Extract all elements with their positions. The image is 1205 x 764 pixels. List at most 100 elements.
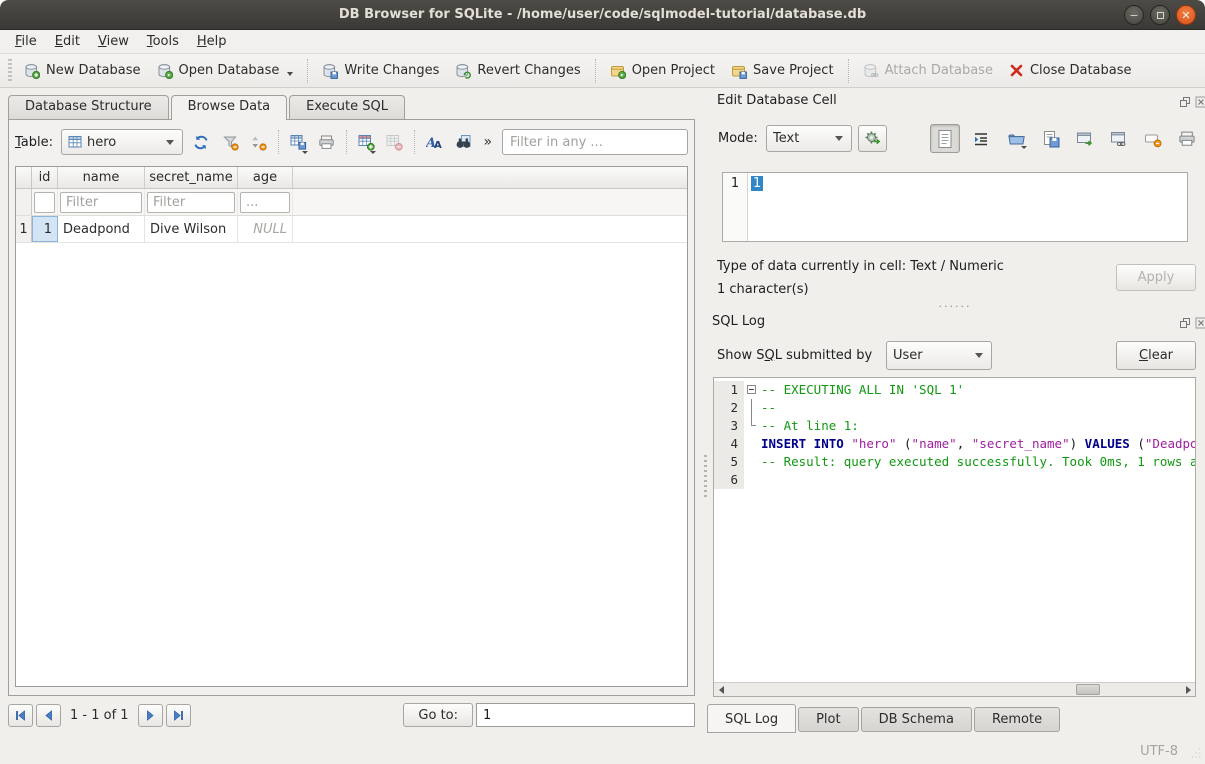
goto-button[interactable]: Go to:	[403, 703, 473, 727]
text-document-toggle[interactable]	[930, 124, 960, 153]
auto-format-button[interactable]	[970, 128, 992, 150]
import-dropdown-icon[interactable]	[1021, 146, 1027, 149]
cell-editor[interactable]: 1 1	[722, 172, 1188, 242]
menu-bar: FileEditViewToolsHelp	[0, 30, 1205, 53]
menu-edit[interactable]: Edit	[46, 32, 89, 51]
table-cell[interactable]: NULL	[238, 216, 293, 242]
set-null-button[interactable]	[1142, 128, 1164, 150]
export-data-button[interactable]	[1040, 128, 1062, 150]
dock-close-icon[interactable]	[1194, 95, 1205, 108]
column-filter-input-name[interactable]	[60, 192, 142, 213]
tab-browse-data[interactable]: Browse Data	[171, 95, 288, 120]
mode-combo-value: Text	[773, 131, 799, 146]
table-combo[interactable]: hero	[61, 129, 183, 155]
new-record-button[interactable]	[356, 129, 377, 155]
clear-sorting-button[interactable]	[248, 129, 269, 155]
open-database-dropdown-icon[interactable]	[287, 72, 293, 76]
clear-log-button[interactable]: Clear	[1116, 341, 1196, 370]
cell-editor-content[interactable]: 1	[748, 173, 763, 241]
mode-combo[interactable]: Text	[766, 125, 852, 152]
dock-tab-sql-log[interactable]: SQL Log	[707, 704, 796, 733]
fold-collapse-icon[interactable]	[747, 385, 756, 394]
new-database-button[interactable]: New Database	[16, 58, 149, 84]
close-button[interactable]: ✕	[1176, 5, 1196, 25]
menu-tools[interactable]: Tools	[138, 32, 188, 51]
toolbar-separator	[278, 130, 279, 154]
dock-tab-remote[interactable]: Remote	[974, 707, 1060, 732]
column-filter-input-secret_name[interactable]	[147, 192, 235, 213]
dock-close-icon[interactable]	[1194, 316, 1205, 329]
column-filter-input-age[interactable]	[240, 192, 290, 213]
clear-filters-button[interactable]	[220, 129, 241, 155]
next-page-button[interactable]	[138, 704, 163, 727]
auto-apply-button[interactable]	[858, 125, 887, 152]
prev-page-button[interactable]	[36, 704, 61, 727]
table-cell[interactable]: Deadpond	[58, 216, 145, 242]
refresh-button[interactable]	[191, 129, 212, 155]
filter-in-any-input[interactable]	[502, 129, 688, 155]
app-window: DB Browser for SQLite - /home/user/code/…	[0, 0, 1205, 764]
save-project-button[interactable]: Save Project	[723, 58, 842, 84]
tab-database-structure[interactable]: Database Structure	[8, 95, 169, 119]
open-project-button[interactable]: Open Project	[602, 58, 723, 84]
tab-execute-sql[interactable]: Execute SQL	[289, 95, 405, 119]
open-database-button[interactable]: Open Database	[149, 58, 302, 84]
menu-file[interactable]: File	[6, 32, 46, 51]
open-external-button[interactable]	[1074, 128, 1096, 150]
import-data-button[interactable]	[1004, 128, 1028, 150]
menu-help[interactable]: Help	[188, 32, 236, 51]
title-bar[interactable]: DB Browser for SQLite - /home/user/code/…	[0, 0, 1205, 30]
table-cell[interactable]: Dive Wilson	[145, 216, 238, 242]
copy-table-button[interactable]	[288, 129, 309, 155]
resize-grip[interactable]: ······	[1189, 748, 1202, 761]
sql-log-editor[interactable]: 1-- EXECUTING ALL IN 'SQL 1'2--3-- At li…	[713, 377, 1196, 697]
write-changes-button[interactable]: Write Changes	[314, 58, 447, 84]
data-grid[interactable]: idnamesecret_nameage11DeadpondDive Wilso…	[15, 166, 688, 687]
link-cell-button[interactable]	[1108, 128, 1130, 150]
dock-tab-plot[interactable]: Plot	[798, 707, 859, 732]
dock-tab-db-schema[interactable]: DB Schema	[861, 707, 972, 732]
table-combo-caret-icon	[166, 140, 174, 145]
scrollbar-thumb[interactable]	[1076, 684, 1100, 695]
sql-log-line: 1-- EXECUTING ALL IN 'SQL 1'	[714, 381, 1195, 399]
cell-editor-selection: 1	[751, 176, 763, 191]
dock-splitter-handle[interactable]	[704, 455, 707, 497]
toolbar-drag-handle[interactable]	[8, 59, 12, 83]
close-database-icon	[1009, 63, 1024, 78]
scroll-left-icon[interactable]	[714, 683, 728, 696]
table-cell[interactable]: 1	[32, 216, 58, 242]
last-page-button[interactable]	[166, 704, 191, 727]
maximize-button[interactable]	[1150, 5, 1170, 25]
toolbar-overflow-icon[interactable]: »	[483, 134, 492, 150]
sql-log-hscrollbar[interactable]	[714, 682, 1195, 696]
minimize-button[interactable]: −	[1124, 5, 1144, 25]
print-cell-button[interactable]	[1176, 128, 1198, 150]
column-header-secret_name[interactable]: secret_name	[145, 167, 238, 188]
toolbar-separator	[346, 130, 347, 154]
row-number[interactable]: 1	[16, 216, 32, 242]
new-record-dropdown-icon[interactable]	[370, 151, 376, 154]
column-header-age[interactable]: age	[238, 167, 293, 188]
close-database-button[interactable]: Close Database	[1001, 58, 1140, 83]
column-header-name[interactable]: name	[58, 167, 145, 188]
revert-changes-button[interactable]: Revert Changes	[447, 58, 588, 84]
attach-database-icon	[863, 63, 879, 79]
first-page-button[interactable]	[8, 704, 33, 727]
dock-float-icon[interactable]	[1178, 95, 1191, 108]
scroll-right-icon[interactable]	[1181, 683, 1195, 696]
open-database-label: Open Database	[179, 63, 280, 78]
goto-input[interactable]	[476, 703, 695, 727]
sql-log-dock-controls	[1178, 316, 1205, 329]
find-in-cells-button[interactable]	[453, 129, 474, 155]
copy-table-dropdown-icon[interactable]	[302, 151, 308, 154]
print-table-button[interactable]	[317, 129, 338, 155]
menu-view[interactable]: View	[89, 32, 138, 51]
column-filter-input-id[interactable]	[34, 192, 55, 213]
font-settings-button[interactable]: AA	[424, 129, 445, 155]
dock-resize-handle[interactable]: ······	[900, 300, 1010, 313]
mode-label: Mode:	[718, 131, 758, 146]
column-header-id[interactable]: id	[32, 167, 58, 188]
dock-float-icon[interactable]	[1178, 316, 1191, 329]
maximize-icon	[1157, 12, 1164, 19]
sql-log-filter-combo[interactable]: User	[886, 341, 992, 370]
